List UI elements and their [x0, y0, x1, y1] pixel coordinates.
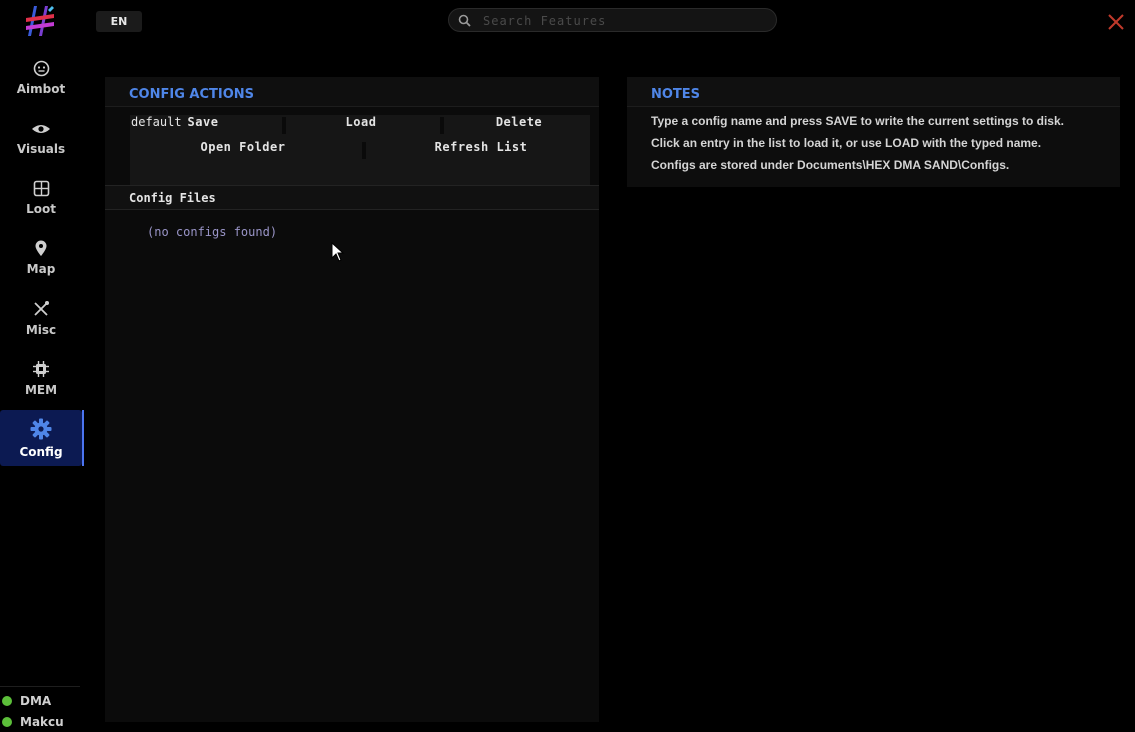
- sidebar-item-label: Loot: [26, 202, 56, 216]
- open-folder-button[interactable]: Open Folder: [130, 140, 356, 160]
- config-files-title: Config Files: [129, 191, 216, 205]
- language-button[interactable]: EN: [96, 11, 142, 32]
- sidebar-item-label: MEM: [24, 382, 58, 397]
- status-label: Makcu: [20, 714, 64, 729]
- gear-icon: [30, 418, 52, 439]
- section-title: CONFIG ACTIONS: [129, 87, 254, 102]
- sidebar-item-label: Config: [19, 444, 63, 459]
- config-actions-panel: CONFIG ACTIONS Save Load Delete Open Fol…: [105, 77, 599, 722]
- app-logo: [26, 6, 54, 36]
- chip-icon: [33, 360, 49, 377]
- tools-icon: [34, 300, 49, 316]
- map-pin-icon: [35, 240, 47, 256]
- status-makcu: Makcu: [0, 711, 80, 732]
- empty-list-message: (no configs found): [147, 225, 278, 239]
- refresh-list-button[interactable]: Refresh List: [370, 140, 592, 160]
- sidebar-item-label: Misc: [25, 322, 57, 337]
- box-icon: [33, 180, 49, 197]
- notes-panel: NOTES Type a config name and press SAVE …: [627, 77, 1120, 187]
- status-dma: DMA: [0, 690, 80, 711]
- sidebar-item-map[interactable]: Map: [0, 230, 82, 286]
- mouse-cursor-icon: [331, 242, 345, 262]
- status-label: DMA: [20, 693, 52, 708]
- sidebar-item-misc[interactable]: Misc: [0, 290, 82, 346]
- section-title: NOTES: [651, 87, 701, 102]
- status-dot-icon: [2, 695, 12, 706]
- sidebar: Aimbot Visuals Loot Map Misc MEM Config: [0, 50, 84, 470]
- sidebar-item-label: Aimbot: [16, 82, 66, 96]
- sidebar-item-aimbot[interactable]: Aimbot: [0, 50, 82, 106]
- config-name-input[interactable]: [129, 114, 593, 130]
- note-line: Type a config name and press SAVE to wri…: [651, 114, 1064, 128]
- search-icon: [458, 14, 471, 27]
- sidebar-item-visuals[interactable]: Visuals: [0, 110, 82, 166]
- eye-icon: [32, 124, 50, 133]
- search-input[interactable]: [481, 12, 765, 30]
- panel-header: [627, 77, 1120, 107]
- close-icon[interactable]: [1106, 12, 1126, 32]
- sidebar-item-config[interactable]: Config: [0, 410, 84, 466]
- search-bar[interactable]: [448, 8, 777, 32]
- config-files-header: Config Files: [105, 185, 599, 210]
- note-line: Configs are stored under Documents\HEX D…: [651, 158, 1010, 172]
- status-dot-icon: [2, 716, 12, 727]
- sidebar-item-loot[interactable]: Loot: [0, 170, 82, 226]
- note-line: Click an entry in the list to load it, o…: [651, 136, 1042, 150]
- aimbot-face-icon: [33, 60, 49, 77]
- sidebar-item-label: Map: [26, 262, 56, 276]
- sidebar-item-mem[interactable]: MEM: [0, 350, 82, 406]
- sidebar-item-label: Visuals: [16, 141, 66, 156]
- connection-status: DMA Makcu: [0, 686, 80, 732]
- button-divider: [362, 142, 366, 159]
